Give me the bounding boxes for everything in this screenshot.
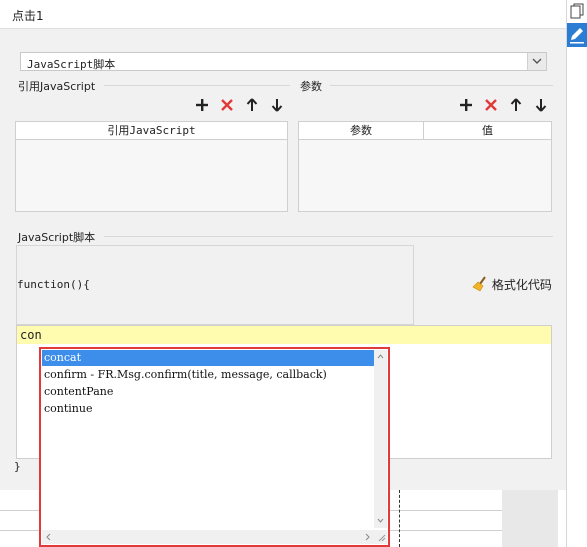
- horizontal-scrollbar[interactable]: [42, 530, 374, 544]
- script-type-value: JavaScript脚本: [27, 58, 116, 71]
- autocomplete-item[interactable]: confirm - FR.Msg.confirm(title, message,…: [42, 367, 374, 383]
- move-up-icon[interactable]: [509, 98, 523, 112]
- param-name-column-header[interactable]: 参数: [299, 122, 424, 139]
- chevron-down-icon[interactable]: [527, 53, 546, 70]
- editor-typed-text[interactable]: con: [20, 328, 42, 342]
- resize-grip-icon[interactable]: [374, 530, 387, 544]
- autocomplete-item[interactable]: contentPane: [42, 384, 374, 400]
- param-value-column-header[interactable]: 值: [424, 122, 551, 139]
- imports-table[interactable]: 引用JavaScript: [15, 121, 288, 212]
- divider: [104, 236, 553, 237]
- edit-pencil-icon[interactable]: [567, 23, 587, 47]
- function-header-text: function(){: [17, 278, 90, 291]
- autocomplete-list: concat confirm - FR.Msg.confirm(title, m…: [42, 350, 374, 528]
- divider: [104, 85, 290, 86]
- imports-table-header: 引用JavaScript: [16, 122, 287, 140]
- move-up-icon[interactable]: [245, 98, 259, 112]
- script-section-label: JavaScript脚本: [18, 231, 96, 244]
- copy-icon[interactable]: [570, 3, 584, 19]
- add-param-icon[interactable]: [459, 98, 473, 112]
- params-table-header: 参数 值: [299, 122, 551, 140]
- params-section-label: 参数: [300, 80, 322, 93]
- format-code-label: 格式化代码: [491, 278, 552, 292]
- format-code-button[interactable]: 格式化代码: [472, 276, 552, 294]
- delete-param-icon[interactable]: [484, 98, 498, 112]
- autocomplete-popup[interactable]: concat confirm - FR.Msg.confirm(title, m…: [39, 347, 390, 547]
- page-break-line: [399, 490, 400, 547]
- move-down-icon[interactable]: [270, 98, 284, 112]
- broom-icon: [472, 276, 486, 292]
- right-tool-strip: [566, 0, 587, 547]
- autocomplete-item[interactable]: continue: [42, 401, 374, 417]
- move-down-icon[interactable]: [534, 98, 548, 112]
- autocomplete-item[interactable]: concat: [42, 350, 374, 366]
- add-import-icon[interactable]: [195, 98, 209, 112]
- dialog-title: 点击1: [12, 9, 44, 23]
- imports-section-label: 引用JavaScript: [18, 80, 96, 93]
- vertical-scrollbar[interactable]: [374, 350, 387, 528]
- delete-import-icon[interactable]: [220, 98, 234, 112]
- script-type-select[interactable]: JavaScript脚本: [20, 52, 547, 71]
- params-table[interactable]: 参数 值: [298, 121, 552, 212]
- divider: [330, 85, 553, 86]
- current-line-highlight: [17, 326, 551, 344]
- title-bar: 点击1: [0, 0, 566, 29]
- function-closing-brace: }: [14, 460, 21, 473]
- imports-column-header[interactable]: 引用JavaScript: [16, 122, 287, 139]
- sheet-gray-column: [502, 490, 558, 547]
